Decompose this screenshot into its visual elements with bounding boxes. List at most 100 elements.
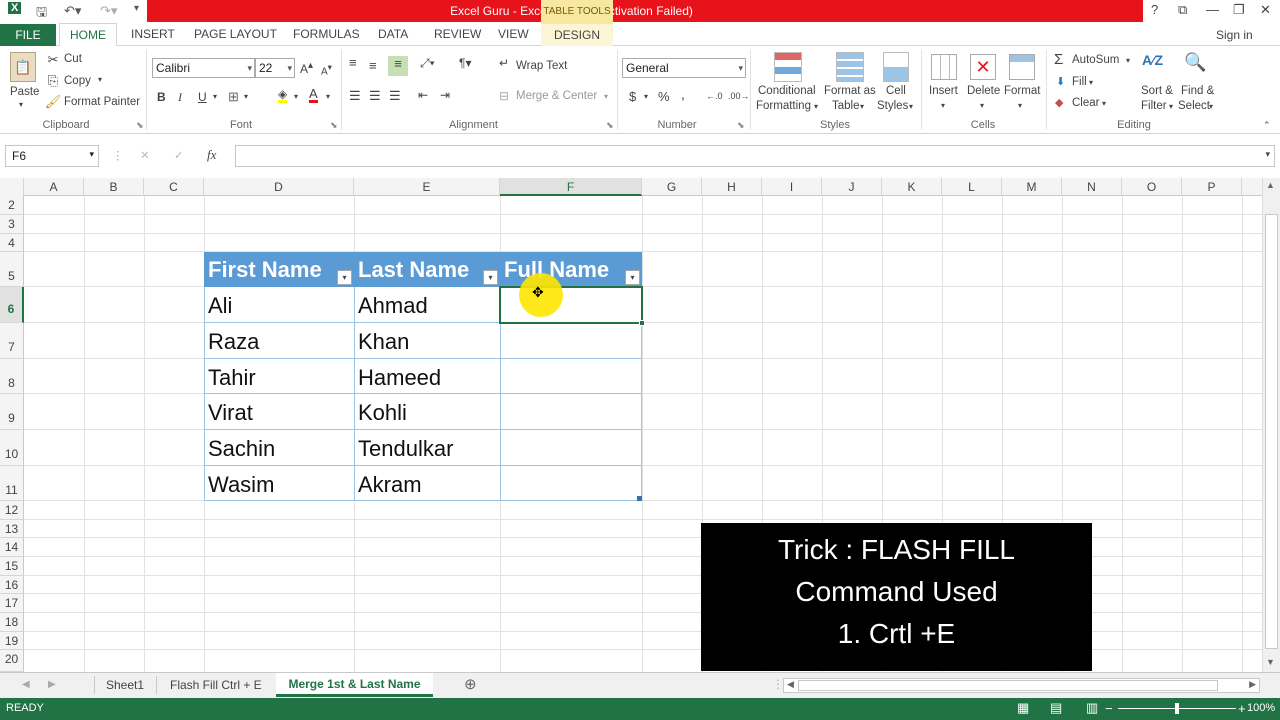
table-cell-full-name[interactable] (500, 359, 642, 394)
table-cell-full-name[interactable] (500, 323, 642, 359)
filter-dropdown-icon[interactable]: ▾ (483, 270, 498, 285)
fill-handle[interactable] (639, 320, 645, 326)
scroll-right-icon[interactable]: ▶ (1249, 679, 1256, 690)
find-select-button-line1[interactable]: Find & (1181, 85, 1214, 97)
row-header-2[interactable]: 2 (0, 196, 24, 215)
copy-button[interactable]: Copy (64, 75, 91, 87)
align-center-icon[interactable]: ☰ (369, 88, 381, 104)
column-header-c[interactable]: C (144, 178, 204, 196)
fill-color-icon[interactable]: ◈ (278, 88, 288, 103)
row-header-15[interactable]: 15 (0, 557, 24, 576)
row-header-5[interactable]: 5 (0, 252, 24, 287)
row-header-11[interactable]: 11 (0, 466, 24, 501)
cell-styles-button-line1[interactable]: Cell (886, 85, 906, 97)
column-header-j[interactable]: J (822, 178, 882, 196)
increase-indent-icon[interactable]: ⇥ (440, 88, 450, 102)
format-as-table-button-line1[interactable]: Format as (824, 85, 876, 97)
conditional-formatting-button-line2[interactable]: Formatting (756, 100, 811, 112)
row-header-4[interactable]: 4 (0, 234, 24, 252)
zoom-in-icon[interactable]: + (1238, 701, 1246, 716)
previous-sheet-icon[interactable]: ◀ (22, 679, 30, 690)
row-header-19[interactable]: 19 (0, 632, 24, 650)
row-header-12[interactable]: 12 (0, 501, 24, 520)
normal-view-icon[interactable]: ▦ (1017, 700, 1029, 716)
select-all-button[interactable] (0, 178, 24, 196)
tab-review[interactable]: REVIEW (434, 27, 481, 41)
borders-icon[interactable]: ⊞ (228, 89, 239, 105)
filter-dropdown-icon[interactable]: ▾ (337, 270, 352, 285)
name-box[interactable]: F6 ▾ (5, 145, 99, 167)
decrease-indent-icon[interactable]: ⇤ (418, 88, 428, 102)
bold-icon[interactable]: B (157, 90, 166, 104)
clipboard-launcher-icon[interactable]: ⬊ (136, 120, 144, 131)
font-name-combo[interactable]: Calibri ▾ (152, 58, 255, 78)
table-cell-last-name[interactable]: Kohli (354, 394, 500, 430)
table-cell-full-name[interactable] (500, 430, 642, 466)
align-left-icon[interactable]: ☰ (349, 88, 361, 104)
copy-dropdown-icon[interactable]: ▾ (98, 75, 102, 84)
horizontal-scroll-thumb[interactable] (798, 680, 1218, 691)
table-header-full-name[interactable]: Full Name (500, 252, 642, 287)
next-sheet-icon[interactable]: ▶ (48, 679, 56, 690)
column-header-p[interactable]: P (1182, 178, 1242, 196)
increase-font-icon[interactable]: A▴ (300, 60, 313, 76)
column-header-a[interactable]: A (24, 178, 84, 196)
paste-dropdown-icon[interactable]: ▾ (19, 100, 23, 109)
insert-function-icon[interactable]: fx (207, 147, 216, 163)
row-header-13[interactable]: 13 (0, 520, 24, 538)
paste-icon[interactable]: 📋 (10, 52, 36, 82)
tab-design[interactable]: DESIGN (541, 24, 613, 46)
row-header-16[interactable]: 16 (0, 576, 24, 594)
percent-icon[interactable]: % (658, 89, 670, 104)
row-header-17[interactable]: 17 (0, 594, 24, 613)
format-as-table-button-line2[interactable]: Table (832, 100, 860, 112)
sheet-tab[interactable]: Sheet1 (106, 678, 144, 692)
row-header-9[interactable]: 9 (0, 394, 24, 430)
column-header-n[interactable]: N (1062, 178, 1122, 196)
increase-decimal-icon[interactable]: ←.0 (706, 91, 723, 101)
column-header-g[interactable]: G (642, 178, 702, 196)
scroll-up-icon[interactable]: ▲ (1266, 180, 1275, 190)
table-cell-last-name[interactable]: Ahmad (354, 287, 500, 323)
font-color-dropdown-icon[interactable]: ▾ (326, 92, 330, 101)
restore-icon[interactable]: ❐ (1233, 2, 1245, 18)
vertical-scrollbar[interactable]: ▲ ▼ (1262, 178, 1280, 672)
sheet-tab-active[interactable]: Merge 1st & Last Name (276, 673, 433, 697)
tab-data[interactable]: DATA (378, 27, 408, 41)
collapse-ribbon-icon[interactable]: ⌃ (1263, 120, 1271, 131)
formula-input[interactable]: ▾ (235, 145, 1275, 167)
underline-icon[interactable]: U (198, 90, 207, 104)
font-launcher-icon[interactable]: ⬊ (330, 120, 338, 131)
row-header-10[interactable]: 10 (0, 430, 24, 466)
autosum-button[interactable]: AutoSum (1072, 54, 1119, 66)
tab-home[interactable]: HOME (59, 23, 117, 46)
wrap-text-button[interactable]: Wrap Text (516, 60, 567, 72)
orientation-icon[interactable]: ⤢▾ (420, 56, 435, 71)
fill-color-dropdown-icon[interactable]: ▾ (294, 92, 298, 101)
italic-icon[interactable]: I (178, 90, 182, 105)
row-header-8[interactable]: 8 (0, 359, 24, 394)
format-painter-button[interactable]: Format Painter (64, 96, 140, 108)
paste-button[interactable]: Paste (10, 86, 39, 98)
page-layout-view-icon[interactable]: ▤ (1050, 700, 1062, 716)
find-select-button-line2[interactable]: Select (1178, 100, 1210, 112)
worksheet-grid[interactable]: A B C D E F G H I J K L M N O P 2 3 4 5 … (0, 178, 1262, 672)
sort-filter-button-line2[interactable]: Filter (1141, 100, 1167, 112)
table-cell-full-name[interactable] (500, 466, 642, 501)
align-right-icon[interactable]: ☰ (389, 88, 401, 104)
merge-center-button[interactable]: Merge & Center (516, 90, 597, 102)
column-header-d[interactable]: D (204, 178, 354, 196)
fill-button[interactable]: Fill (1072, 76, 1087, 88)
tab-insert[interactable]: INSERT (131, 27, 175, 41)
confirm-entry-icon[interactable]: ✓ (174, 148, 184, 162)
column-header-m[interactable]: M (1002, 178, 1062, 196)
number-launcher-icon[interactable]: ⬊ (737, 120, 745, 131)
row-header-3[interactable]: 3 (0, 215, 24, 234)
decrease-font-icon[interactable]: A▾ (321, 62, 332, 77)
tab-file[interactable]: FILE (0, 24, 56, 46)
table-cell-first-name[interactable]: Virat (204, 394, 354, 430)
horizontal-scrollbar[interactable]: ◀ ▶ (783, 678, 1260, 693)
vertical-scroll-thumb[interactable] (1265, 214, 1278, 649)
column-header-k[interactable]: K (882, 178, 942, 196)
column-header-i[interactable]: I (762, 178, 822, 196)
